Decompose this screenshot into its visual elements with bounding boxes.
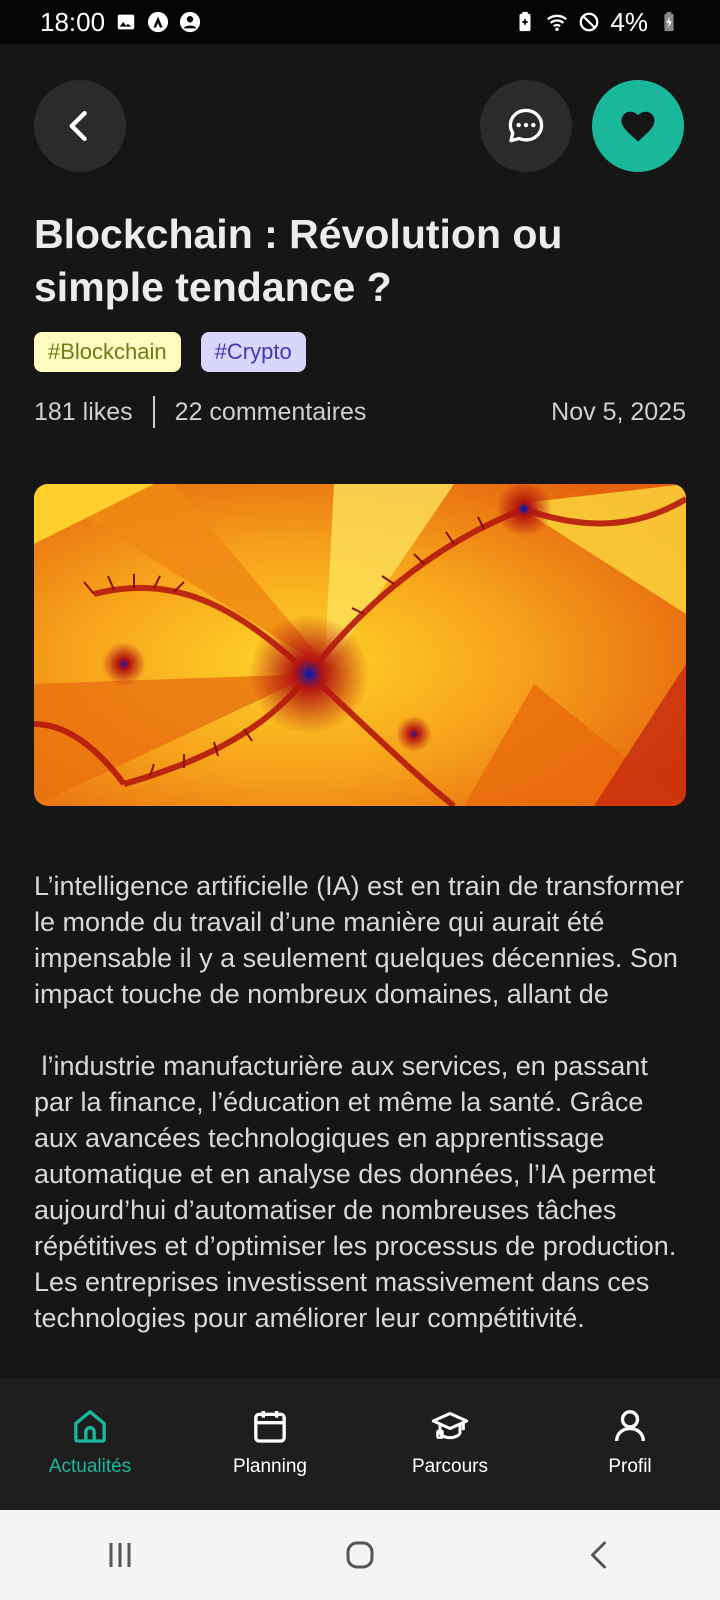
back-button[interactable] xyxy=(34,80,126,172)
battery-saver-icon xyxy=(514,11,536,33)
wifi-icon xyxy=(546,11,568,33)
user-icon xyxy=(615,1410,645,1442)
tag-crypto[interactable]: #Crypto xyxy=(200,332,306,372)
nav-item-actualites[interactable]: Actualités xyxy=(0,1406,180,1478)
nav-item-parcours[interactable]: Parcours xyxy=(360,1406,540,1478)
tag-blockchain[interactable]: #Blockchain xyxy=(34,332,181,372)
system-navigation-bar xyxy=(0,1510,720,1600)
article-body: L’intelligence artificielle (IA) est en … xyxy=(34,868,694,1380)
article-meta: 181 likes 22 commentaires Nov 5, 2025 xyxy=(34,392,686,432)
article-screen: 18:00 4% Blockchain: Révolution ou simp… xyxy=(0,0,720,1600)
battery-charging-icon xyxy=(658,11,680,33)
nav-item-profil[interactable]: Profil xyxy=(540,1406,720,1478)
article-hero-image xyxy=(34,484,686,806)
article-paragraph-1: L’intelligence artificielle (IA) est en … xyxy=(34,871,684,1009)
graduation-cap-icon xyxy=(431,1412,469,1440)
do-not-disturb-icon xyxy=(578,11,600,33)
chat-bubble-icon xyxy=(508,108,544,143)
battery-percent: 4% xyxy=(610,6,648,37)
nav-label-actualites: Actualités xyxy=(48,1456,132,1477)
article-paragraph-2: l’industrie manufacturière aux services,… xyxy=(34,1051,684,1333)
article-date: Nov 5, 2025 xyxy=(551,397,686,426)
home-icon xyxy=(74,1410,106,1443)
app-a-notification-icon xyxy=(147,11,169,33)
home-circle-icon xyxy=(346,1541,374,1569)
like-button[interactable] xyxy=(592,80,684,172)
nav-item-planning[interactable]: Planning xyxy=(180,1406,360,1478)
nav-label-parcours: Parcours xyxy=(411,1456,489,1477)
chevron-left-icon xyxy=(69,110,87,142)
home-system-button[interactable] xyxy=(320,1525,400,1585)
nav-label-profil: Profil xyxy=(608,1456,652,1477)
meta-divider xyxy=(152,396,155,428)
calendar-icon xyxy=(254,1411,286,1443)
status-time: 18:00 xyxy=(40,6,106,37)
status-right: 4% xyxy=(514,7,680,38)
likes-count: 181 likes xyxy=(34,397,133,426)
heart-icon xyxy=(621,111,655,142)
comments-button[interactable] xyxy=(480,80,572,172)
gallery-notification-icon xyxy=(115,11,137,33)
status-bar: 18:00 4% xyxy=(0,0,720,44)
fractal-image xyxy=(34,484,686,806)
comments-count: 22 commentaires xyxy=(174,397,367,426)
recent-apps-icon xyxy=(109,1543,131,1567)
recent-apps-button[interactable] xyxy=(80,1525,160,1585)
back-system-button[interactable] xyxy=(560,1525,640,1585)
account-notification-icon xyxy=(179,11,201,33)
bottom-navigation: Actualités Planning Parcours Profil xyxy=(0,1378,720,1510)
article-title: Blockchain : Révolution ou simple tendan… xyxy=(34,211,563,310)
status-left: 18:00 xyxy=(40,7,201,38)
engagement-stats: 181 likes 22 commentaires xyxy=(34,396,366,428)
nav-label-planning: Planning xyxy=(233,1456,307,1477)
tag-list: #Blockchain #Crypto xyxy=(34,332,306,372)
back-chevron-icon xyxy=(591,1541,606,1569)
